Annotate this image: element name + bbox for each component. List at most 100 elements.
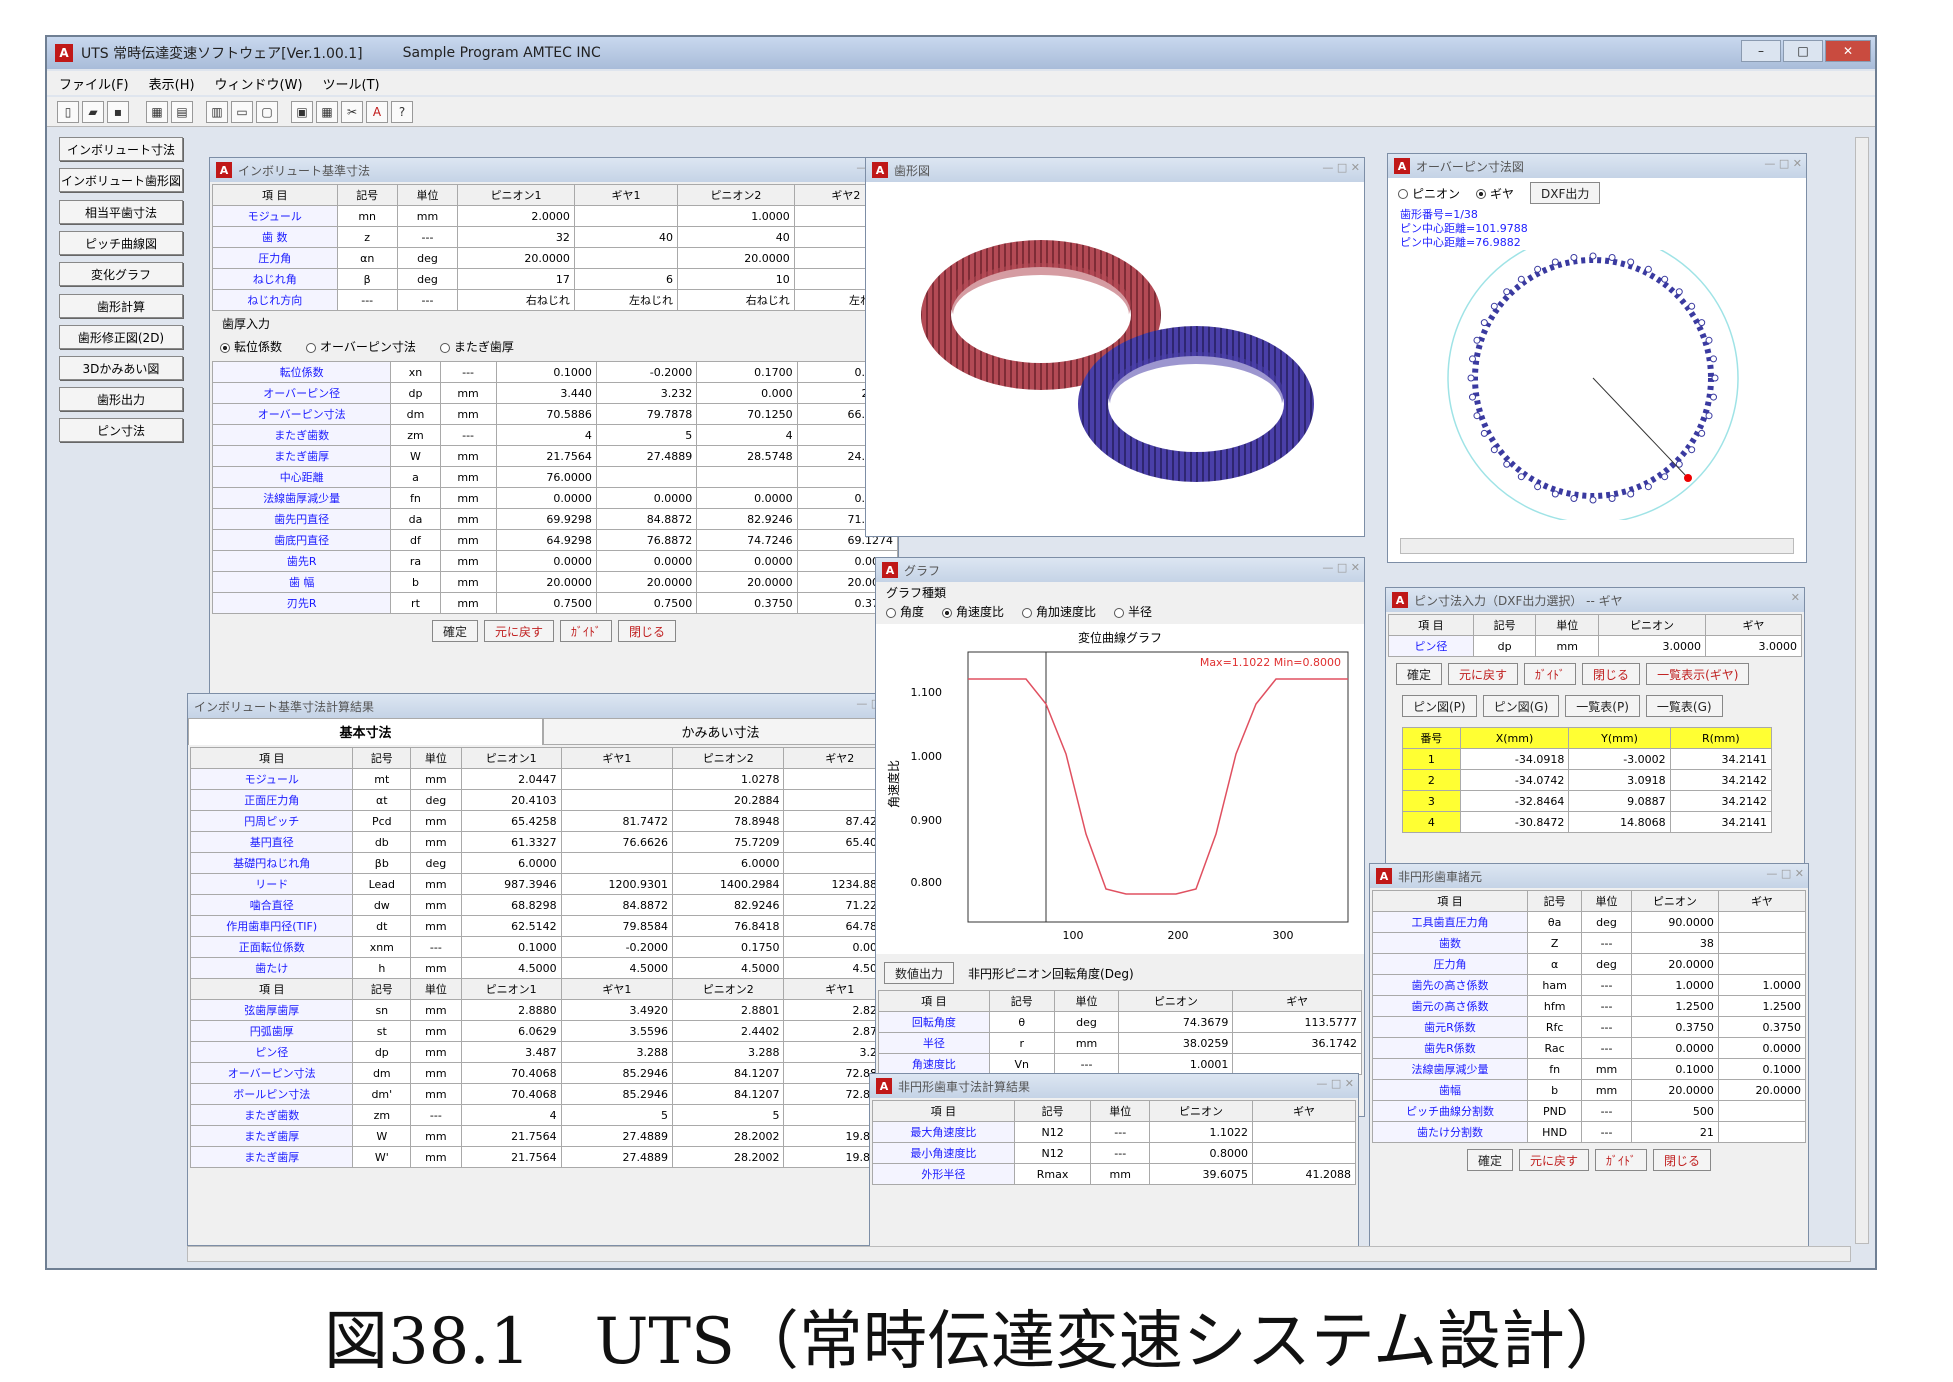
value-cell[interactable] — [1717, 911, 1807, 933]
window-controls-icon[interactable]: — □ ✕ — [1322, 561, 1360, 574]
sidebar-btn-graph[interactable]: 変化グラフ — [59, 262, 183, 286]
value-cell[interactable]: 40 — [677, 226, 795, 248]
window-controls-icon[interactable]: — □ ✕ — [1766, 867, 1804, 880]
value-cell[interactable]: 40 — [573, 226, 679, 248]
confirm-button[interactable]: 確定 — [431, 620, 478, 642]
guide-button[interactable]: ｶﾞｲﾄﾞ — [560, 620, 613, 642]
value-cell[interactable]: 0.1000 — [1630, 1058, 1719, 1080]
value-cell[interactable] — [560, 768, 674, 790]
value-cell[interactable]: 20.0000 — [1630, 953, 1719, 975]
value-cell[interactable]: 28.2002 — [672, 1125, 785, 1147]
pin-gear-tab[interactable]: ピン図(G) — [1482, 695, 1560, 717]
value-cell[interactable]: 右ねじれ — [457, 289, 575, 311]
table-row[interactable]: 2 -34.0742 3.0918 34.2142 — [1402, 769, 1773, 791]
value-cell[interactable]: 78.8948 — [672, 810, 785, 832]
guide-button[interactable]: ｶﾞｲﾄﾞ — [1524, 663, 1577, 685]
value-cell[interactable]: 1200.9301 — [560, 873, 674, 895]
value-cell[interactable]: 27.4889 — [595, 445, 698, 467]
confirm-button[interactable]: 確定 — [1396, 663, 1443, 685]
undo-button[interactable]: 元に戻す — [1448, 663, 1519, 685]
logo-icon[interactable]: A — [366, 101, 388, 123]
value-cell[interactable]: 0.0000 — [696, 550, 798, 572]
value-cell[interactable] — [1717, 953, 1807, 975]
sidebar-btn-pitch-curve[interactable]: ピッチ曲線図 — [59, 231, 183, 255]
value-cell[interactable]: 39.6075 — [1149, 1163, 1253, 1185]
value-cell[interactable]: 3.5596 — [560, 1020, 674, 1042]
help-icon[interactable]: ? — [391, 101, 413, 123]
value-cell[interactable]: 113.5777 — [1232, 1011, 1362, 1033]
list-pinion-tab[interactable]: 一覧表(P) — [1565, 695, 1640, 717]
value-cell[interactable] — [1717, 932, 1807, 954]
numeric-output-button[interactable]: 数値出力 — [884, 962, 955, 984]
value-cell[interactable]: 90.0000 — [1630, 911, 1719, 933]
value-cell[interactable]: 82.9246 — [672, 894, 785, 916]
value-cell[interactable] — [560, 852, 674, 874]
value-cell[interactable]: 0.3750 — [1717, 1016, 1807, 1038]
value-cell[interactable]: 21.7564 — [495, 445, 597, 467]
value-cell[interactable]: 82.9246 — [696, 508, 798, 530]
value-cell[interactable]: 70.5886 — [495, 403, 597, 425]
tab-basic[interactable]: 基本寸法 — [188, 718, 543, 745]
sidebar-btn-tooth-calc[interactable]: 歯形計算 — [59, 294, 183, 318]
value-cell[interactable]: 76.6626 — [560, 831, 674, 853]
value-cell[interactable]: 62.5142 — [460, 915, 562, 937]
sidebar-btn-involute[interactable]: インボリュート寸法 — [59, 137, 183, 161]
close-button[interactable]: 閉じる — [618, 620, 677, 642]
undo-button[interactable]: 元に戻す — [483, 620, 554, 642]
value-cell[interactable]: 20.0000 — [1717, 1079, 1807, 1101]
value-cell[interactable]: 0.0000 — [1717, 1037, 1807, 1059]
value-cell[interactable]: 6.0000 — [460, 852, 562, 874]
radio-span[interactable]: またぎ歯厚 — [439, 338, 514, 355]
value-cell[interactable]: 0.3750 — [1630, 1016, 1719, 1038]
radio-overpin[interactable]: オーバーピン寸法 — [306, 338, 416, 355]
sidebar-btn-equivalent[interactable]: 相当平歯寸法 — [59, 200, 183, 224]
value-cell[interactable]: 74.7246 — [696, 529, 798, 551]
value-cell[interactable]: 0.7500 — [495, 592, 597, 614]
value-cell[interactable]: 79.7878 — [595, 403, 698, 425]
value-cell[interactable]: 17 — [457, 268, 575, 290]
dxf-output-button[interactable]: DXF出力 — [1530, 182, 1601, 204]
value-cell[interactable]: 28.2002 — [672, 1146, 785, 1168]
confirm-button[interactable]: 確定 — [1466, 1149, 1513, 1171]
value-cell[interactable]: 20.0000 — [696, 571, 798, 593]
value-cell[interactable]: 0.1000 — [495, 361, 597, 383]
value-cell[interactable]: 0.1750 — [672, 936, 785, 958]
value-cell[interactable]: 20.0000 — [1630, 1079, 1719, 1101]
window-icon[interactable]: ▭ — [231, 101, 253, 123]
maximize-icon[interactable]: □ — [1783, 40, 1823, 62]
sidebar-btn-pin[interactable]: ピン寸法 — [59, 418, 183, 442]
value-cell[interactable]: 76.8872 — [595, 529, 698, 551]
list-gear-button[interactable]: 一覧表示(ギヤ) — [1646, 663, 1750, 685]
main-horizontal-scrollbar[interactable] — [187, 1246, 1851, 1262]
radio-angular-velocity[interactable]: 角速度比 — [942, 603, 1004, 620]
value-cell[interactable]: 20.0000 — [457, 247, 575, 269]
value-cell[interactable]: 32 — [457, 226, 575, 248]
radio-gear[interactable]: ギヤ — [1476, 185, 1514, 202]
value-cell[interactable]: 70.4068 — [460, 1062, 562, 1084]
table-row[interactable]: 3 -32.8464 9.0887 34.2142 — [1402, 790, 1773, 812]
horizontal-scrollbar[interactable] — [1400, 538, 1794, 554]
value-cell[interactable]: 2.0447 — [460, 768, 562, 790]
value-cell[interactable]: 1400.2984 — [672, 873, 785, 895]
value-cell[interactable] — [595, 466, 698, 488]
value-cell[interactable]: 85.2946 — [560, 1083, 674, 1105]
chart-icon[interactable]: ▥ — [206, 101, 228, 123]
value-cell[interactable]: 69.9298 — [495, 508, 597, 530]
value-cell[interactable]: 0.0000 — [495, 550, 597, 572]
value-cell[interactable] — [1717, 1121, 1807, 1143]
value-cell[interactable]: 28.5748 — [696, 445, 798, 467]
value-cell[interactable]: 3.4920 — [560, 999, 674, 1021]
gear-3d-view[interactable] — [866, 182, 1365, 537]
value-cell[interactable] — [560, 789, 674, 811]
value-cell[interactable] — [1251, 1121, 1357, 1143]
list-gear-tab[interactable]: 一覧表(G) — [1645, 695, 1723, 717]
table-row[interactable]: 1 -34.0918 -3.0002 34.2141 — [1402, 748, 1773, 770]
radio-shift-coef[interactable]: 転位係数 — [220, 338, 282, 355]
window-controls-icon[interactable]: — □ ✕ — [1764, 157, 1802, 170]
monitor-icon[interactable]: ▣ — [291, 101, 313, 123]
value-cell[interactable]: 4.5000 — [560, 957, 674, 979]
value-cell[interactable]: 6 — [573, 268, 679, 290]
value-cell[interactable]: 21.7564 — [460, 1146, 562, 1168]
value-cell[interactable]: 81.7472 — [560, 810, 674, 832]
value-cell[interactable]: 20.0000 — [595, 571, 698, 593]
